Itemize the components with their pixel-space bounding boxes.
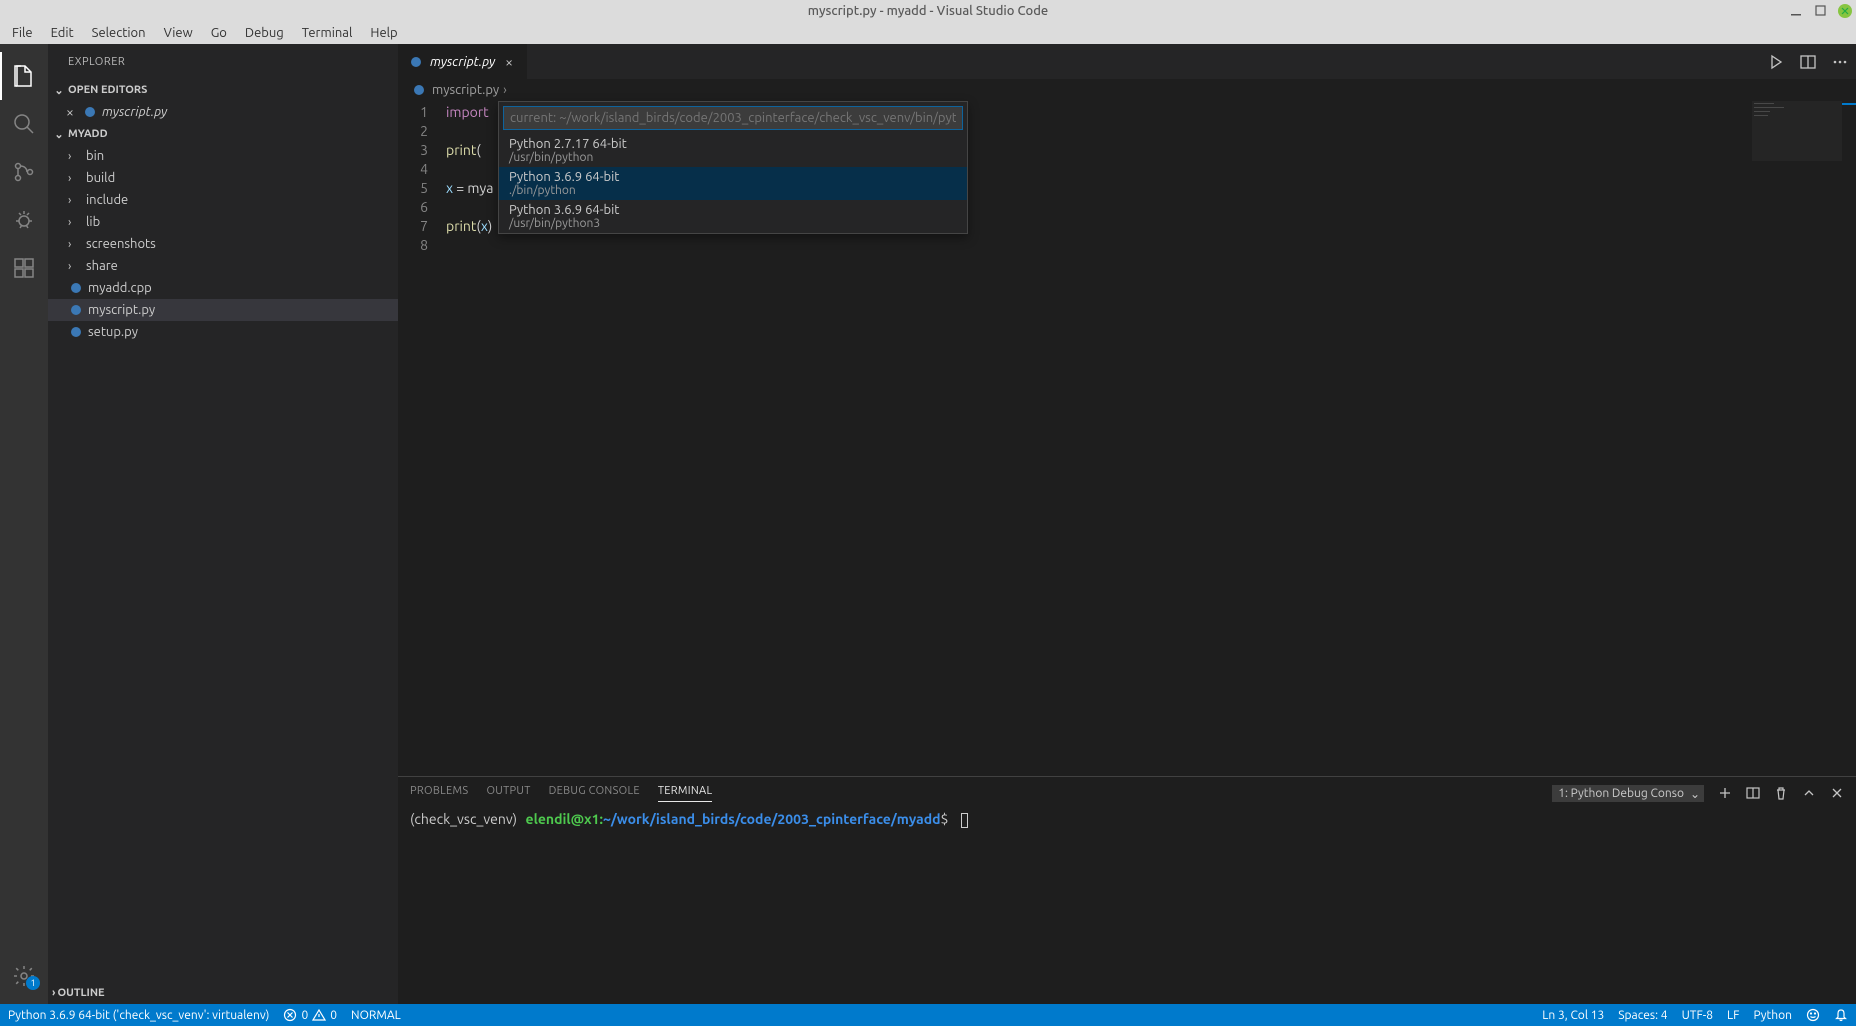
close-button[interactable] <box>1838 4 1852 18</box>
folder-item[interactable]: ›screenshots <box>48 233 398 255</box>
sidebar-title: EXPLORER <box>48 44 398 79</box>
status-encoding[interactable]: UTF-8 <box>1682 1009 1713 1022</box>
folder-item[interactable]: ›bin <box>48 145 398 167</box>
run-button[interactable] <box>1768 54 1784 70</box>
menu-edit[interactable]: Edit <box>43 24 82 42</box>
minimize-button[interactable] <box>1790 4 1804 18</box>
split-terminal-button[interactable] <box>1746 786 1760 800</box>
menu-file[interactable]: File <box>4 24 41 42</box>
interpreter-option[interactable]: Python 2.7.17 64-bit/usr/bin/python <box>499 134 967 167</box>
status-indentation[interactable]: Spaces: 4 <box>1618 1009 1667 1022</box>
activity-source-control[interactable] <box>0 148 48 196</box>
python-file-icon <box>82 105 98 119</box>
outline-header[interactable]: › OUTLINE <box>48 982 398 1004</box>
activity-debug[interactable] <box>0 196 48 244</box>
status-cursor-position[interactable]: Ln 3, Col 13 <box>1542 1009 1604 1022</box>
panel-tab-debug-console[interactable]: DEBUG CONSOLE <box>549 785 640 801</box>
kill-terminal-button[interactable] <box>1774 786 1788 800</box>
folder-item[interactable]: ›include <box>48 189 398 211</box>
menu-view[interactable]: View <box>156 24 201 42</box>
menu-terminal[interactable]: Terminal <box>294 24 361 42</box>
folder-item[interactable]: ›lib <box>48 211 398 233</box>
chevron-right-icon: › <box>68 238 82 251</box>
folder-item[interactable]: ›build <box>48 167 398 189</box>
folder-item[interactable]: ›share <box>48 255 398 277</box>
file-item[interactable]: myscript.py <box>48 299 398 321</box>
line-numbers: 12345678 <box>398 101 446 776</box>
chevron-right-icon: › <box>68 216 82 229</box>
close-icon[interactable]: × <box>62 104 78 120</box>
activity-explorer[interactable] <box>0 52 48 100</box>
chevron-right-icon: › <box>68 260 82 273</box>
chevron-right-icon: › <box>68 172 82 185</box>
status-eol[interactable]: LF <box>1727 1009 1739 1022</box>
cpp-file-icon <box>68 281 84 295</box>
panel-tabs: PROBLEMS OUTPUT DEBUG CONSOLE TERMINAL 1: P… <box>398 777 1856 809</box>
activity-search[interactable] <box>0 100 48 148</box>
interpreter-option[interactable]: Python 3.6.9 64-bit./bin/python <box>499 167 967 200</box>
panel: PROBLEMS OUTPUT DEBUG CONSOLE TERMINAL 1: P… <box>398 776 1856 1004</box>
window-title: myscript.py - myadd - Visual Studio Code <box>808 4 1048 18</box>
tab-myscript[interactable]: myscript.py × <box>398 44 528 79</box>
open-editors-header[interactable]: ⌄ OPEN EDITORS <box>48 79 398 101</box>
chevron-right-icon: › <box>68 194 82 207</box>
terminal-select[interactable]: 1: Python Debug Conso ⌄ <box>1552 785 1704 802</box>
split-editor-button[interactable] <box>1800 54 1816 70</box>
python-file-icon <box>412 83 428 97</box>
status-language[interactable]: Python <box>1753 1009 1792 1022</box>
maximize-button[interactable] <box>1814 4 1828 18</box>
status-notifications[interactable] <box>1834 1008 1848 1022</box>
menu-help[interactable]: Help <box>362 24 405 42</box>
chevron-right-icon: › <box>68 150 82 163</box>
code-editor[interactable]: 12345678 import print( x = mya print(x) … <box>398 101 1856 776</box>
menu-debug[interactable]: Debug <box>237 24 292 42</box>
status-feedback[interactable] <box>1806 1008 1820 1022</box>
new-terminal-button[interactable] <box>1718 786 1732 800</box>
workspace-header[interactable]: ⌄ MYADD <box>48 123 398 145</box>
tab-close-icon[interactable]: × <box>501 54 517 70</box>
menu-selection[interactable]: Selection <box>84 24 154 42</box>
chevron-down-icon: ⌄ <box>52 84 66 97</box>
interpreter-picker-input[interactable] <box>503 106 963 130</box>
panel-tab-output[interactable]: OUTPUT <box>486 785 530 801</box>
sidebar: EXPLORER ⌄ OPEN EDITORS ×myscript.py ⌄ M… <box>48 44 398 1004</box>
chevron-right-icon: › <box>503 83 507 97</box>
activity-settings[interactable]: 1 <box>0 956 48 996</box>
python-file-icon <box>408 55 424 69</box>
more-actions-button[interactable] <box>1832 54 1848 70</box>
menu-go[interactable]: Go <box>203 24 235 42</box>
editor-area: myscript.py × myscript.py › 12345678 imp… <box>398 44 1856 1004</box>
overview-ruler <box>1842 101 1856 776</box>
file-item[interactable]: setup.py <box>48 321 398 343</box>
statusbar: Python 3.6.9 64-bit ('check_vsc_venv': v… <box>0 1004 1856 1026</box>
titlebar: myscript.py - myadd - Visual Studio Code <box>0 0 1856 22</box>
terminal-cursor <box>961 813 968 828</box>
panel-tab-terminal[interactable]: TERMINAL <box>658 785 713 802</box>
menubar: FileEditSelectionViewGoDebugTerminalHelp <box>0 22 1856 44</box>
maximize-panel-button[interactable] <box>1802 786 1816 800</box>
py-file-icon <box>68 303 84 317</box>
interpreter-picker: Python 2.7.17 64-bit/usr/bin/pythonPytho… <box>498 101 968 234</box>
chevron-right-icon: › <box>52 987 55 999</box>
status-interpreter[interactable]: Python 3.6.9 64-bit ('check_vsc_venv': v… <box>8 1009 269 1022</box>
status-problems[interactable]: 0 0 <box>283 1008 337 1022</box>
terminal-body[interactable]: (check_vsc_venv) elendil@x1:~/work/islan… <box>398 809 1856 1004</box>
chevron-down-icon: ⌄ <box>52 128 66 141</box>
window-controls <box>1790 4 1852 18</box>
open-editor-item[interactable]: ×myscript.py <box>48 101 398 123</box>
editor-tabs: myscript.py × <box>398 44 1856 79</box>
activity-extensions[interactable] <box>0 244 48 292</box>
file-item[interactable]: myadd.cpp <box>48 277 398 299</box>
py-file-icon <box>68 325 84 339</box>
settings-badge: 1 <box>26 976 40 990</box>
status-vim-mode[interactable]: NORMAL <box>351 1009 401 1022</box>
breadcrumb[interactable]: myscript.py › <box>398 79 1856 101</box>
interpreter-option[interactable]: Python 3.6.9 64-bit/usr/bin/python3 <box>499 200 967 233</box>
activity-bar: 1 <box>0 44 48 1004</box>
close-panel-button[interactable] <box>1830 786 1844 800</box>
panel-tab-problems[interactable]: PROBLEMS <box>410 785 468 801</box>
